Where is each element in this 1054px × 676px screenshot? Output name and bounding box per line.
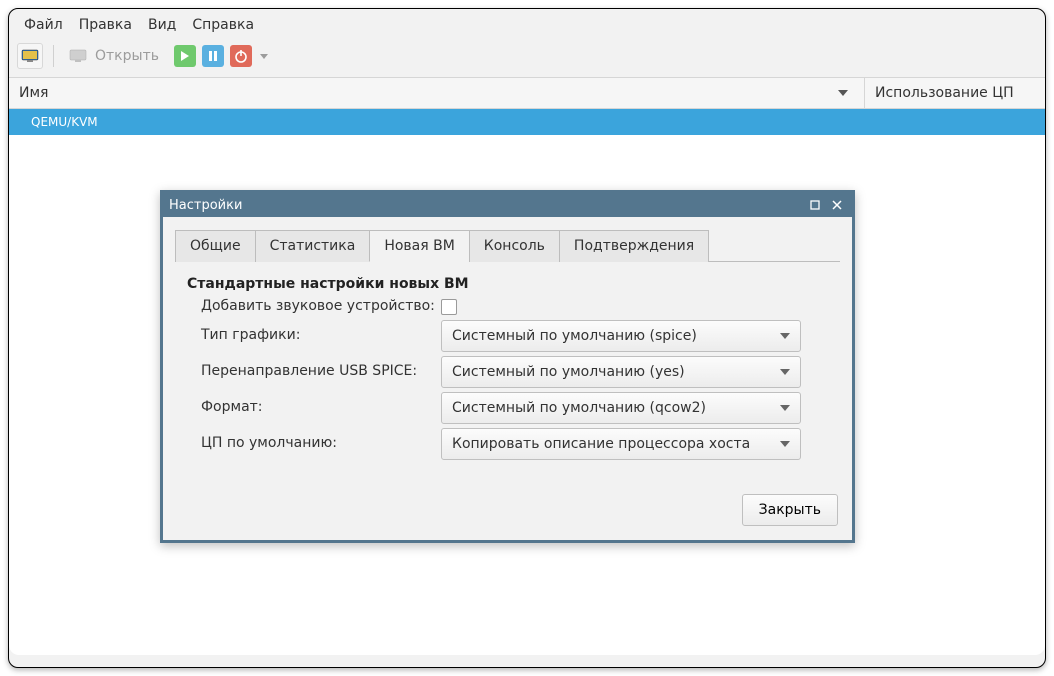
menu-edit[interactable]: Правка	[72, 15, 139, 35]
pause-button[interactable]	[202, 45, 224, 67]
format-label: Формат:	[201, 399, 441, 417]
column-name[interactable]: Имя	[9, 78, 865, 108]
sort-indicator-icon	[838, 90, 848, 96]
menu-help[interactable]: Справка	[185, 15, 261, 35]
toolbar-separator	[53, 45, 54, 67]
toolbar: Открыть	[9, 39, 1045, 77]
open-button[interactable]: Открыть	[64, 43, 168, 69]
cpu-combo[interactable]: Копировать описание процессора хоста	[441, 428, 801, 460]
run-button[interactable]	[174, 45, 196, 67]
row-graphics: Тип графики: Системный по умолчанию (spi…	[185, 320, 830, 352]
usb-combo[interactable]: Системный по умолчанию (yes)	[441, 356, 801, 388]
dialog-actions: Закрыть	[163, 482, 852, 540]
connection-row[interactable]: QEMU/KVM	[9, 109, 1045, 135]
tab-general[interactable]: Общие	[175, 230, 256, 262]
tab-stats[interactable]: Статистика	[255, 230, 371, 262]
cpu-value: Копировать описание процессора хоста	[452, 436, 750, 452]
menubar: Файл Правка Вид Справка	[9, 9, 1045, 39]
shutdown-button[interactable]	[230, 45, 252, 67]
tab-console[interactable]: Консоль	[469, 230, 560, 262]
monitor-gray-icon	[69, 49, 87, 63]
usb-value: Системный по умолчанию (yes)	[452, 364, 685, 380]
maximize-icon	[810, 200, 820, 210]
chevron-down-icon	[780, 333, 790, 339]
dialog-title: Настройки	[169, 198, 242, 213]
play-icon	[180, 50, 190, 62]
graphics-label: Тип графики:	[201, 327, 441, 345]
open-label: Открыть	[95, 48, 159, 64]
cpu-label: ЦП по умолчанию:	[201, 435, 441, 453]
close-button[interactable]: Закрыть	[742, 494, 838, 526]
dialog-titlebar[interactable]: Настройки	[163, 193, 852, 217]
new-vm-button[interactable]	[17, 43, 43, 69]
close-icon	[832, 200, 842, 210]
usb-label: Перенаправление USB SPICE:	[201, 363, 441, 381]
menu-file[interactable]: Файл	[17, 15, 70, 35]
format-value: Системный по умолчанию (qcow2)	[452, 400, 706, 416]
format-combo[interactable]: Системный по умолчанию (qcow2)	[441, 392, 801, 424]
chevron-down-icon	[780, 441, 790, 447]
columns-header: Имя Использование ЦП	[9, 77, 1045, 109]
dialog-body: Общие Статистика Новая ВМ Консоль Подтве…	[163, 217, 852, 482]
monitor-icon	[21, 49, 39, 63]
tab-panel-new-vm: Стандартные настройки новых ВМ Добавить …	[175, 262, 840, 470]
tab-confirmations[interactable]: Подтверждения	[559, 230, 709, 262]
menu-view[interactable]: Вид	[141, 15, 183, 35]
column-cpu[interactable]: Использование ЦП	[865, 78, 1045, 108]
chevron-down-icon	[780, 405, 790, 411]
row-usb-redir: Перенаправление USB SPICE: Системный по …	[185, 356, 830, 388]
dialog-close-button[interactable]	[828, 196, 846, 214]
row-storage-format: Формат: Системный по умолчанию (qcow2)	[185, 392, 830, 424]
power-icon	[234, 49, 248, 63]
row-add-sound: Добавить звуковое устройство:	[185, 298, 830, 316]
section-title: Стандартные настройки новых ВМ	[185, 276, 830, 292]
row-cpu-default: ЦП по умолчанию: Копировать описание про…	[185, 428, 830, 460]
column-name-label: Имя	[19, 85, 48, 101]
pause-icon	[208, 50, 218, 62]
dialog-tabs: Общие Статистика Новая ВМ Консоль Подтве…	[175, 229, 840, 262]
shutdown-menu-arrow[interactable]	[260, 54, 268, 59]
preferences-dialog: Настройки Общие Статистика Новая ВМ Конс…	[160, 190, 855, 543]
graphics-value: Системный по умолчанию (spice)	[452, 328, 697, 344]
add-sound-checkbox[interactable]	[441, 299, 457, 315]
chevron-down-icon	[780, 369, 790, 375]
tab-new-vm[interactable]: Новая ВМ	[369, 230, 469, 262]
add-sound-label: Добавить звуковое устройство:	[201, 298, 435, 316]
dialog-maximize-button[interactable]	[806, 196, 824, 214]
graphics-combo[interactable]: Системный по умолчанию (spice)	[441, 320, 801, 352]
